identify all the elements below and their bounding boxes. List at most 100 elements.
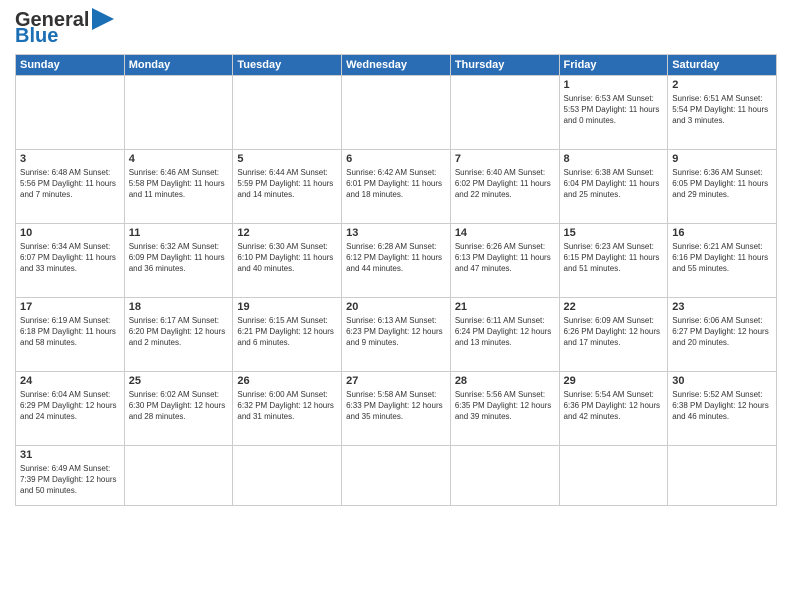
calendar-cell: 23Sunrise: 6:06 AM Sunset: 6:27 PM Dayli… [668,298,777,372]
calendar-cell [559,446,668,506]
logo-triangle-icon [92,8,114,30]
calendar-cell: 17 Sunrise: 6:19 AM Sunset: 6:18 PM Dayli… [16,298,125,372]
calendar-cell [124,446,233,506]
day-number: 23 [672,301,772,313]
calendar-week-6: 31 Sunrise: 6:49 AM Sunset: 7:39 PM Dayli… [16,446,777,506]
day-number: 26 [237,375,337,387]
day-info: Sunrise: 6:51 AM Sunset: 5:54 PM Dayligh… [672,93,772,127]
calendar-cell: 26 Sunrise: 6:00 AM Sunset: 6:32 PM Dayli… [233,372,342,446]
day-info: Sunrise: 6:42 AM Sunset: 6:01 PM Dayligh… [346,167,446,201]
day-info: Sunrise: 6:32 AM Sunset: 6:09 PM Dayligh… [129,241,229,275]
calendar-cell: 22Sunrise: 6:09 AM Sunset: 6:26 PM Dayli… [559,298,668,372]
day-number: 29 [564,375,664,387]
weekday-header-sunday: Sunday [16,55,125,76]
weekday-header-row: SundayMondayTuesdayWednesdayThursdayFrid… [16,55,777,76]
day-info: Sunrise: 6:38 AM Sunset: 6:04 PM Dayligh… [564,167,664,201]
day-number: 14 [455,227,555,239]
day-info: Sunrise: 6:19 AM Sunset: 6:18 PM Dayligh… [20,315,120,349]
day-info: Sunrise: 6:40 AM Sunset: 6:02 PM Dayligh… [455,167,555,201]
weekday-header-monday: Monday [124,55,233,76]
day-number: 10 [20,227,120,239]
weekday-header-saturday: Saturday [668,55,777,76]
day-info: Sunrise: 6:02 AM Sunset: 6:30 PM Dayligh… [129,389,229,423]
day-info: Sunrise: 6:28 AM Sunset: 6:12 PM Dayligh… [346,241,446,275]
calendar-cell [342,446,451,506]
calendar-cell: 27 Sunrise: 5:58 AM Sunset: 6:33 PM Dayli… [342,372,451,446]
day-info: Sunrise: 6:00 AM Sunset: 6:32 PM Dayligh… [237,389,337,423]
calendar-cell: 6 Sunrise: 6:42 AM Sunset: 6:01 PM Daylig… [342,150,451,224]
calendar: SundayMondayTuesdayWednesdayThursdayFrid… [15,54,777,506]
day-info: Sunrise: 6:48 AM Sunset: 5:56 PM Dayligh… [20,167,120,201]
calendar-cell: 5 Sunrise: 6:44 AM Sunset: 5:59 PM Daylig… [233,150,342,224]
calendar-cell: 20 Sunrise: 6:13 AM Sunset: 6:23 PM Dayli… [342,298,451,372]
calendar-cell [450,446,559,506]
calendar-cell: 2Sunrise: 6:51 AM Sunset: 5:54 PM Daylig… [668,76,777,150]
day-number: 19 [237,301,337,313]
day-info: Sunrise: 5:58 AM Sunset: 6:33 PM Dayligh… [346,389,446,423]
day-info: Sunrise: 6:23 AM Sunset: 6:15 PM Dayligh… [564,241,664,275]
calendar-cell [233,446,342,506]
day-number: 28 [455,375,555,387]
day-number: 16 [672,227,772,239]
day-number: 4 [129,153,229,165]
calendar-cell: 18Sunrise: 6:17 AM Sunset: 6:20 PM Dayli… [124,298,233,372]
day-info: Sunrise: 6:30 AM Sunset: 6:10 PM Dayligh… [237,241,337,275]
calendar-cell: 16 Sunrise: 6:21 AM Sunset: 6:16 PM Dayli… [668,224,777,298]
day-number: 22 [564,301,664,313]
calendar-cell: 25Sunrise: 6:02 AM Sunset: 6:30 PM Dayli… [124,372,233,446]
day-info: Sunrise: 6:49 AM Sunset: 7:39 PM Dayligh… [20,463,120,497]
calendar-cell: 30 Sunrise: 5:52 AM Sunset: 6:38 PM Dayli… [668,372,777,446]
calendar-cell: 13Sunrise: 6:28 AM Sunset: 6:12 PM Dayli… [342,224,451,298]
calendar-cell [124,76,233,150]
day-number: 12 [237,227,337,239]
day-info: Sunrise: 6:46 AM Sunset: 5:58 PM Dayligh… [129,167,229,201]
day-number: 11 [129,227,229,239]
day-number: 8 [564,153,664,165]
calendar-cell [342,76,451,150]
day-number: 17 [20,301,120,313]
logo: General Blue [15,10,114,46]
day-info: Sunrise: 5:54 AM Sunset: 6:36 PM Dayligh… [564,389,664,423]
calendar-cell: 21 Sunrise: 6:11 AM Sunset: 6:24 PM Dayli… [450,298,559,372]
calendar-week-3: 10 Sunrise: 6:34 AM Sunset: 6:07 PM Dayli… [16,224,777,298]
day-number: 24 [20,375,120,387]
day-number: 6 [346,153,446,165]
calendar-cell: 7 Sunrise: 6:40 AM Sunset: 6:02 PM Daylig… [450,150,559,224]
day-number: 3 [20,153,120,165]
day-number: 15 [564,227,664,239]
calendar-cell: 19 Sunrise: 6:15 AM Sunset: 6:21 PM Dayli… [233,298,342,372]
calendar-cell: 28Sunrise: 5:56 AM Sunset: 6:35 PM Dayli… [450,372,559,446]
day-info: Sunrise: 6:15 AM Sunset: 6:21 PM Dayligh… [237,315,337,349]
calendar-cell: 15 Sunrise: 6:23 AM Sunset: 6:15 PM Dayli… [559,224,668,298]
day-info: Sunrise: 6:17 AM Sunset: 6:20 PM Dayligh… [129,315,229,349]
calendar-week-2: 3 Sunrise: 6:48 AM Sunset: 5:56 PM Daylig… [16,150,777,224]
day-number: 27 [346,375,446,387]
day-info: Sunrise: 6:13 AM Sunset: 6:23 PM Dayligh… [346,315,446,349]
day-number: 30 [672,375,772,387]
day-info: Sunrise: 6:34 AM Sunset: 6:07 PM Dayligh… [20,241,120,275]
weekday-header-thursday: Thursday [450,55,559,76]
calendar-cell: 24Sunrise: 6:04 AM Sunset: 6:29 PM Dayli… [16,372,125,446]
day-number: 21 [455,301,555,313]
calendar-cell [16,76,125,150]
weekday-header-wednesday: Wednesday [342,55,451,76]
calendar-cell: 8 Sunrise: 6:38 AM Sunset: 6:04 PM Daylig… [559,150,668,224]
day-info: Sunrise: 6:36 AM Sunset: 6:05 PM Dayligh… [672,167,772,201]
calendar-cell [668,446,777,506]
calendar-cell: 3 Sunrise: 6:48 AM Sunset: 5:56 PM Daylig… [16,150,125,224]
day-info: Sunrise: 5:52 AM Sunset: 6:38 PM Dayligh… [672,389,772,423]
day-number: 31 [20,449,120,461]
day-info: Sunrise: 6:26 AM Sunset: 6:13 PM Dayligh… [455,241,555,275]
day-info: Sunrise: 6:11 AM Sunset: 6:24 PM Dayligh… [455,315,555,349]
day-info: Sunrise: 6:21 AM Sunset: 6:16 PM Dayligh… [672,241,772,275]
calendar-week-1: 1 Sunrise: 6:53 AM Sunset: 5:53 PM Daylig… [16,76,777,150]
day-number: 5 [237,153,337,165]
day-info: Sunrise: 6:44 AM Sunset: 5:59 PM Dayligh… [237,167,337,201]
day-number: 1 [564,79,664,91]
weekday-header-tuesday: Tuesday [233,55,342,76]
day-number: 20 [346,301,446,313]
day-info: Sunrise: 6:53 AM Sunset: 5:53 PM Dayligh… [564,93,664,127]
day-number: 7 [455,153,555,165]
calendar-cell: 31 Sunrise: 6:49 AM Sunset: 7:39 PM Dayli… [16,446,125,506]
calendar-cell: 10 Sunrise: 6:34 AM Sunset: 6:07 PM Dayli… [16,224,125,298]
